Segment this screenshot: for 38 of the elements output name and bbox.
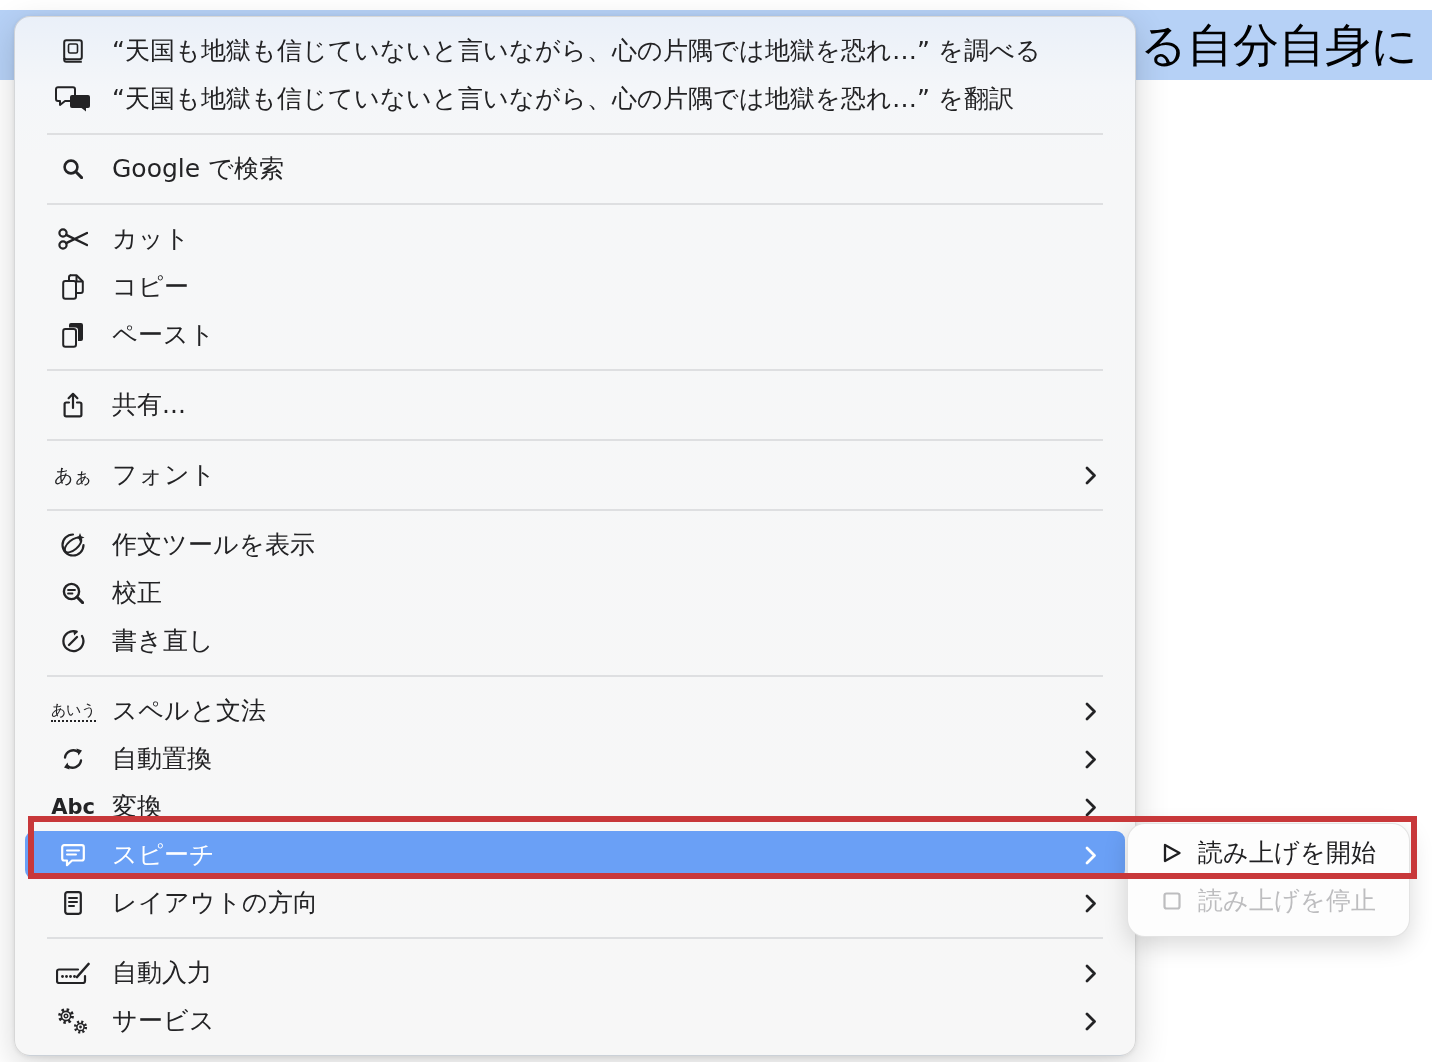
- page-text: る自分自身に: [1140, 17, 1418, 73]
- menu-item[interactable]: サービス: [25, 997, 1125, 1045]
- scissors-icon: [58, 228, 88, 250]
- stop-icon: [1163, 892, 1181, 910]
- menu-item[interactable]: 読み上げを開始: [1128, 836, 1409, 870]
- menu-item[interactable]: カット: [25, 215, 1125, 263]
- search-icon: [63, 159, 83, 179]
- rewrite-icon: [61, 629, 85, 653]
- menu-item[interactable]: レイアウトの方向: [25, 879, 1125, 927]
- font-sample-label: あぁ: [54, 464, 92, 486]
- copy-icon: [62, 274, 84, 300]
- autofill-icon: [56, 962, 90, 984]
- menu-item[interactable]: Google で検索: [25, 145, 1125, 193]
- menu-item[interactable]: 自動置換: [25, 735, 1125, 783]
- menu-item[interactable]: 自動入力: [25, 949, 1125, 997]
- abc-label: Abc: [51, 795, 95, 819]
- spelling-sample-label: あいう: [50, 700, 96, 722]
- menu-item[interactable]: ペースト: [25, 311, 1125, 359]
- play-icon: [1163, 843, 1181, 863]
- menu-item[interactable]: コピー: [25, 263, 1125, 311]
- menu-item[interactable]: 共有...: [25, 381, 1125, 429]
- document-icon: [64, 891, 82, 915]
- menu-item[interactable]: あいう スペルと文法: [25, 687, 1125, 735]
- menu-item[interactable]: “天国も地獄も信じていないと言いながら、心の片隅では地獄を恐れ…” を翻訳: [25, 75, 1125, 123]
- menu-item[interactable]: 校正: [25, 569, 1125, 617]
- menu-item[interactable]: 作文ツールを表示: [25, 521, 1125, 569]
- proofread-icon: [62, 582, 84, 604]
- menu-item[interactable]: あぁ フォント: [25, 451, 1125, 499]
- speech-bubble-icon: [61, 843, 85, 867]
- paste-icon: [62, 322, 84, 348]
- dictionary-icon: [63, 39, 83, 63]
- menu-item[interactable]: 書き直し: [25, 617, 1125, 665]
- translate-icon: [55, 86, 91, 112]
- refresh-icon: [61, 747, 85, 771]
- writing-tools-icon: [60, 532, 86, 558]
- gears-icon: [57, 1007, 89, 1035]
- menu-item[interactable]: “天国も地獄も信じていないと言いながら、心の片隅では地獄を恐れ…” を調べる: [25, 27, 1125, 75]
- share-icon: [63, 392, 83, 418]
